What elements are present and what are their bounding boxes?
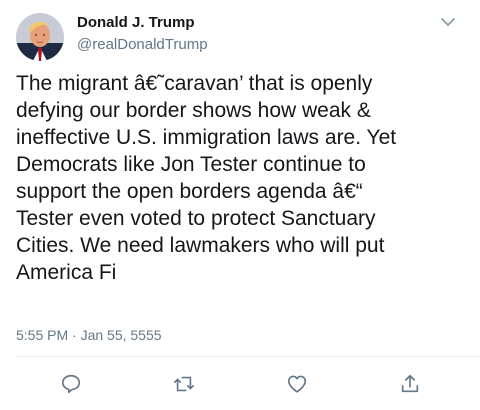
heart-icon bbox=[287, 375, 307, 393]
tweet-text-line: America Fi bbox=[16, 261, 117, 284]
retweet-button[interactable] bbox=[172, 372, 196, 396]
retweet-icon bbox=[174, 376, 194, 392]
tweet-text-line: Tester even voted to protect Sanctuary bbox=[16, 207, 376, 230]
like-button[interactable] bbox=[285, 372, 309, 396]
tweet-timestamp[interactable]: 5:55 PM · Jan 55, 5555 bbox=[16, 327, 162, 343]
tweet-text-line: support the open borders agenda â€“ bbox=[16, 180, 363, 203]
divider bbox=[16, 356, 480, 357]
tweet-text-line: Democrats like Jon Tester continue to bbox=[16, 153, 366, 176]
reply-button[interactable] bbox=[59, 372, 83, 396]
display-name[interactable]: Donald J. Trump bbox=[77, 14, 195, 31]
avatar[interactable] bbox=[16, 13, 64, 61]
share-button[interactable] bbox=[398, 372, 422, 396]
tweet-text-line: The migrant â€˜caravan’ that is openly bbox=[16, 72, 373, 95]
tweet-text-line: Cities. We need lawmakers who will put bbox=[16, 234, 385, 257]
tweet-card: Donald J. Trump @realDonaldTrump The mig… bbox=[0, 0, 480, 410]
share-icon bbox=[401, 374, 419, 393]
tweet-text-line: ineffective U.S. immigration laws are. Y… bbox=[16, 126, 397, 149]
user-handle[interactable]: @realDonaldTrump bbox=[77, 36, 208, 53]
tweet-text-line: defying our border shows how weak & bbox=[16, 99, 371, 122]
tweet-text: The migrant â€˜caravan’ that is openly d… bbox=[16, 70, 468, 286]
avatar-image bbox=[16, 13, 64, 61]
reply-icon bbox=[61, 374, 81, 394]
chevron-down-icon[interactable] bbox=[438, 12, 458, 32]
